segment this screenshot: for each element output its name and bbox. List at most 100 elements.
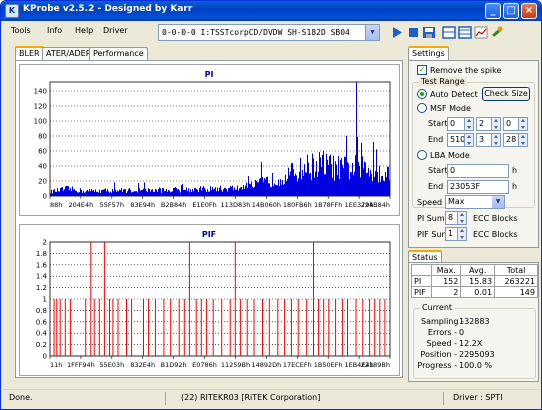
layout-split-icon[interactable] — [457, 25, 473, 40]
status-bar: Done. (22) RITEKR03 [RiTEK Corporation] … — [3, 389, 539, 406]
title-bar[interactable]: K KProbe v2.5.2 - Designed by Karr _ □ × — [1, 1, 541, 21]
stats-row-avg: 0.01 — [460, 286, 496, 298]
tools-icon[interactable] — [489, 25, 505, 40]
stats-row-name: PIF — [410, 286, 433, 298]
start-test-icon[interactable] — [389, 25, 405, 40]
tab-performance[interactable]: Performance — [89, 47, 148, 60]
x-tick-label: 1B50EFh — [314, 361, 343, 369]
sampling-label: Sampling - — [421, 317, 464, 326]
close-button[interactable]: × — [521, 3, 537, 19]
y-tick-label: 0.8 — [36, 307, 47, 315]
speed-label: Speed — [417, 198, 443, 207]
stats-header-row: Max. Avg. Total — [410, 264, 538, 276]
stats-header-avg: Avg. — [460, 264, 496, 276]
y-tick-label: 1 — [43, 296, 47, 304]
stats-row-max: 152 — [431, 275, 462, 287]
maximize-button[interactable]: □ — [503, 3, 519, 19]
status-separator — [165, 392, 166, 405]
x-tick-label: 832E4h — [130, 361, 155, 369]
x-tick-label: 204E4h — [69, 201, 94, 209]
y-tick-label: 0 — [43, 193, 47, 201]
y-tick-label: 1.6 — [36, 261, 48, 269]
lba-end-input[interactable]: 23053F — [447, 180, 509, 194]
test-range-legend: Test Range — [419, 77, 467, 86]
kprobe-app-icon: K — [5, 4, 19, 18]
menu-help[interactable]: Help — [75, 26, 93, 35]
msf-start-frame-input[interactable]: 0 — [503, 117, 528, 131]
y-tick-label: 1.8 — [36, 250, 47, 258]
y-tick-label: 1.4 — [36, 273, 48, 281]
pif-sum-input[interactable]: 1 — [445, 227, 467, 241]
pi-chart: PI 0 20 40 60 80 100 120 140 88h 204E4h 55F57h 83E94… — [34, 70, 391, 209]
tab-ater-ader[interactable]: ATER/ADER — [42, 47, 96, 60]
progress-value: 100.0 % — [459, 361, 493, 370]
y-tick-label: 80 — [38, 133, 47, 141]
drive-select-value: 0-0-0-0 I:TSSTcorpCD/DVDW SH-S182D SB04 — [162, 28, 350, 37]
chevron-down-icon[interactable]: ▼ — [365, 25, 379, 40]
kprobe-window: K KProbe v2.5.2 - Designed by Karr _ □ ×… — [0, 0, 542, 410]
layout-single-icon[interactable] — [441, 25, 457, 40]
x-tick-label: 83E94h — [130, 201, 155, 209]
stats-header-total: Total — [494, 264, 538, 276]
auto-detect-radio[interactable] — [417, 89, 427, 99]
minimize-button[interactable]: _ — [485, 3, 501, 19]
menu-driver[interactable]: Driver — [103, 26, 128, 35]
x-tick-label: B2B84h — [161, 201, 186, 209]
x-tick-label: 1B78FFh — [314, 201, 342, 209]
menu-tools[interactable]: Tools — [11, 26, 31, 35]
y-tick-label: 1.2 — [36, 284, 47, 292]
status-left-text: Done. — [9, 393, 33, 402]
y-tick-label: 0.4 — [36, 330, 48, 338]
x-tick-label: 1FFF94h — [67, 361, 95, 369]
y-tick-label: 0.6 — [36, 318, 48, 326]
stats-row-max: 2 — [431, 286, 462, 298]
check-size-button[interactable]: Check Size — [482, 87, 530, 101]
msf-start-label: Start — [428, 119, 448, 128]
drive-select[interactable]: 0-0-0-0 I:TSSTcorpCD/DVDW SH-S182D SB04 … — [158, 24, 380, 41]
position-value: 2295093 — [459, 350, 495, 359]
y-tick-label: 0 — [43, 353, 47, 361]
x-tick-label: 180FB6h — [283, 201, 312, 209]
x-tick-label: 113D83h — [221, 201, 251, 209]
graph-icon[interactable] — [473, 25, 489, 40]
status-separator — [443, 392, 444, 405]
y-tick-label: 2 — [43, 239, 47, 247]
msf-mode-label: MSF Mode — [430, 104, 471, 113]
x-tick-label: 88h — [50, 201, 62, 209]
menu-info[interactable]: Info — [47, 26, 62, 35]
auto-detect-label: Auto Detect — [430, 90, 478, 99]
x-tick-label: 11259Bh — [221, 361, 250, 369]
speed-status-label: Speed - — [426, 339, 457, 348]
msf-start-min-input[interactable]: 0 — [447, 117, 474, 131]
pi-sum-input[interactable]: 8 — [445, 211, 467, 225]
progress-label: Progress - — [417, 361, 457, 370]
stats-table: Max. Avg. Total PI 152 15.83 263221 PIF … — [410, 264, 538, 298]
msf-end-label: End — [428, 135, 444, 144]
msf-end-frame-input[interactable]: 28 — [503, 133, 528, 147]
tab-settings[interactable]: Settings — [408, 46, 449, 60]
stop-icon[interactable] — [405, 25, 421, 40]
lba-start-input[interactable]: 0 — [447, 164, 509, 178]
stats-row-total: 149 — [494, 286, 538, 298]
msf-end-min-input[interactable]: 510 — [447, 133, 474, 147]
msf-mode-radio[interactable] — [417, 103, 427, 113]
lba-mode-radio[interactable] — [417, 150, 427, 160]
remove-spike-label: Remove the spike — [430, 66, 502, 75]
position-label: Position - — [420, 350, 457, 359]
stats-header-max: Max. — [431, 264, 462, 276]
tab-bler[interactable]: BLER — [15, 46, 44, 60]
stats-row-name: PI — [410, 275, 433, 287]
msf-start-sec-input[interactable]: 2 — [476, 117, 501, 131]
lba-start-hex-label: h — [512, 166, 518, 175]
x-tick-label: 11h — [50, 361, 62, 369]
chart-panel: PI 0 20 40 60 80 100 120 140 88h 204E4h 55F57h 83E94… — [15, 60, 403, 378]
y-tick-label: 0.2 — [36, 341, 47, 349]
save-icon[interactable] — [421, 25, 437, 40]
msf-end-sec-input[interactable]: 3 — [476, 133, 501, 147]
remove-spike-checkbox[interactable]: ✓ — [417, 65, 427, 75]
test-range-group: Test Range Auto Detect Check Size MSF Mo… — [412, 77, 535, 208]
chevron-down-icon[interactable]: ▼ — [492, 196, 504, 208]
window-title: KProbe v2.5.2 - Designed by Karr — [23, 4, 193, 14]
y-tick-label: 60 — [38, 148, 47, 156]
speed-select[interactable]: Max ▼ — [445, 195, 505, 209]
